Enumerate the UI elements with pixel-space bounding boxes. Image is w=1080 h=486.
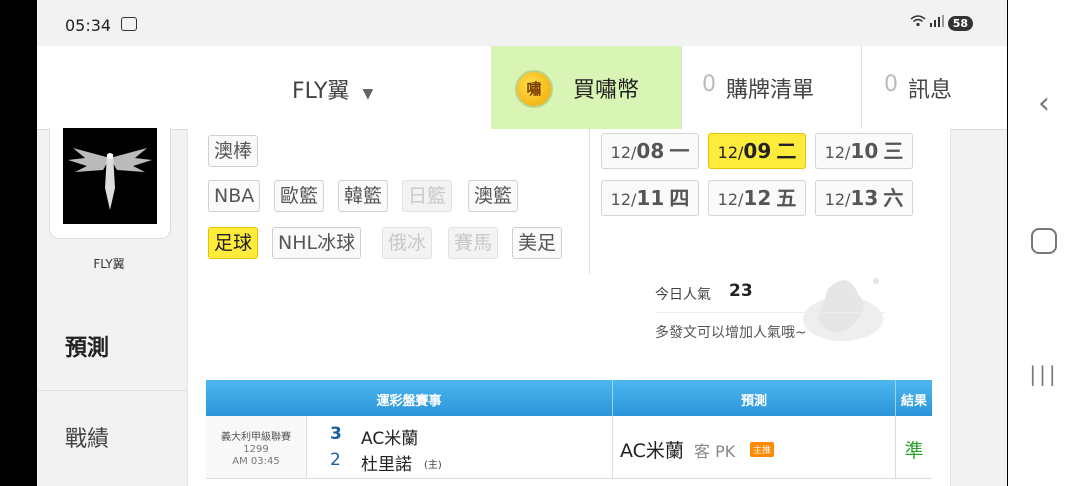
game-number: 1299 — [243, 444, 269, 455]
header-username: FLY翼 — [292, 79, 350, 104]
category-japan-basketball: 日籃 — [402, 180, 453, 212]
back-icon[interactable]: ‹ — [1008, 86, 1080, 121]
date-weekday: 六 — [883, 186, 904, 210]
date-day: 09 — [743, 139, 772, 163]
date-weekday: 三 — [883, 139, 904, 163]
pick-team: AC米蘭 — [620, 440, 684, 462]
prediction-table: 運彩盤賽事 預測 結果 義大利甲級聯賽 1299 AM 03:45 3 AC米蘭… — [206, 380, 932, 479]
cell-sep — [612, 416, 613, 478]
date-1208[interactable]: 12/08 一 — [601, 133, 699, 169]
tab-record-label: 戰績 — [65, 427, 110, 452]
main-panel: 澳棒 NBA 歐籃 韓籃 日籃 澳籃 足球 NHL冰球 俄冰 賽馬 美足 12/… — [187, 129, 951, 486]
date-md: 12/ — [717, 143, 744, 162]
tab-prediction[interactable]: 預測 — [37, 300, 187, 388]
date-day: 11 — [636, 186, 665, 210]
table-row[interactable]: 義大利甲級聯賽 1299 AM 03:45 3 AC米蘭 2 杜里諾 (主) A… — [206, 416, 932, 479]
screenshot-icon — [121, 17, 137, 31]
date-1211[interactable]: 12/11 四 — [601, 180, 699, 216]
home-team: 杜里諾 — [361, 455, 412, 475]
date-1213[interactable]: 12/13 六 — [815, 180, 913, 216]
featured-badge: 主推 — [750, 442, 775, 457]
date-md: 12/ — [824, 190, 851, 209]
game-time: AM 03:45 — [232, 456, 280, 467]
date-day: 13 — [850, 186, 879, 210]
msg-label: 訊息 — [908, 78, 953, 103]
game-info-cell: 義大利甲級聯賽 1299 AM 03:45 — [206, 416, 306, 478]
popularity-hint: 多發文可以增加人氣哦~ — [655, 325, 807, 341]
date-md: 12/ — [717, 190, 744, 209]
home-icon[interactable] — [1008, 228, 1080, 254]
away-team: AC米蘭 — [361, 429, 419, 449]
user-menu[interactable]: FLY翼 ▼ — [292, 73, 373, 105]
date-day: 08 — [636, 139, 665, 163]
date-1209[interactable]: 12/09 二 — [708, 133, 806, 169]
system-nav-bar: ‹ ||| — [1008, 0, 1080, 486]
pick-type: 客 PK — [694, 442, 736, 461]
home-tag: (主) — [424, 460, 442, 471]
cell-sep — [306, 416, 307, 478]
category-soccer[interactable]: 足球 — [208, 227, 259, 259]
cart-button[interactable]: 0 購牌清單 — [681, 46, 862, 129]
cart-label: 購牌清單 — [726, 78, 815, 103]
msg-count: 0 — [884, 72, 898, 97]
buy-coin-button[interactable]: 嘯 買嘯幣 — [491, 46, 681, 129]
date-day: 12 — [743, 186, 772, 210]
battery-icon: 58 — [947, 16, 973, 31]
date-1212[interactable]: 12/12 五 — [708, 180, 806, 216]
cart-count: 0 — [702, 72, 716, 97]
tab-record[interactable]: 戰績 — [37, 390, 187, 479]
header-event: 運彩盤賽事 — [376, 394, 442, 409]
buy-coin-label: 買嘯幣 — [573, 78, 640, 103]
avatar — [63, 128, 157, 224]
popularity-divider — [655, 312, 885, 313]
category-korea-basketball[interactable]: 韓籃 — [338, 180, 389, 212]
table-header: 運彩盤賽事 預測 結果 — [206, 380, 932, 416]
category-nhl[interactable]: NHL冰球 — [272, 227, 362, 259]
divider — [589, 129, 590, 274]
category-aus-baseball[interactable]: 澳棒 — [208, 135, 259, 167]
date-1210[interactable]: 12/10 三 — [815, 133, 913, 169]
status-bar: 05:34 58 — [37, 0, 1007, 46]
wifi-icon — [910, 15, 930, 30]
category-horse-racing: 賽馬 — [448, 227, 499, 259]
league-name: 義大利甲級聯賽 — [221, 432, 291, 443]
header-prediction: 預測 — [740, 394, 767, 409]
caret-down-icon: ▼ — [362, 86, 374, 102]
date-weekday: 一 — [669, 139, 690, 163]
popularity-value: 23 — [729, 281, 753, 301]
messages-button[interactable]: 0 訊息 — [861, 46, 1007, 129]
date-weekday: 四 — [669, 186, 690, 210]
status-right: 58 — [910, 15, 973, 31]
date-md: 12/ — [610, 190, 637, 209]
date-weekday: 二 — [776, 139, 797, 163]
date-md: 12/ — [610, 143, 637, 162]
home-score: 2 — [330, 450, 341, 470]
avatar-card[interactable] — [49, 128, 171, 239]
category-russia-hockey: 俄冰 — [382, 227, 433, 259]
away-score: 3 — [330, 424, 342, 444]
sidebar-username: FLY翼 — [93, 257, 125, 271]
category-american-football[interactable]: 美足 — [512, 227, 563, 259]
category-aus-basketball[interactable]: 澳籃 — [468, 180, 519, 212]
popularity-label: 今日人氣 — [655, 287, 711, 303]
date-weekday: 五 — [776, 186, 797, 210]
date-day: 10 — [850, 139, 879, 163]
header-result: 結果 — [900, 394, 927, 409]
recents-icon[interactable]: ||| — [1008, 362, 1080, 386]
top-header: FLY翼 ▼ 嘯 買嘯幣 0 購牌清單 0 訊息 — [37, 46, 1007, 130]
status-time: 05:34 — [65, 16, 112, 35]
app-screen: 05:34 58 FLY翼 ▼ 嘯 買嘯幣 0 購牌清單 0 訊息 FLY翼 預… — [37, 0, 1007, 486]
category-nba[interactable]: NBA — [208, 180, 261, 212]
category-euro-basketball[interactable]: 歐籃 — [274, 180, 325, 212]
result-value: 準 — [904, 440, 924, 462]
date-md: 12/ — [824, 143, 851, 162]
tab-prediction-label: 預測 — [65, 336, 110, 361]
coin-icon: 嘯 — [515, 70, 553, 108]
signal-icon — [929, 15, 948, 30]
